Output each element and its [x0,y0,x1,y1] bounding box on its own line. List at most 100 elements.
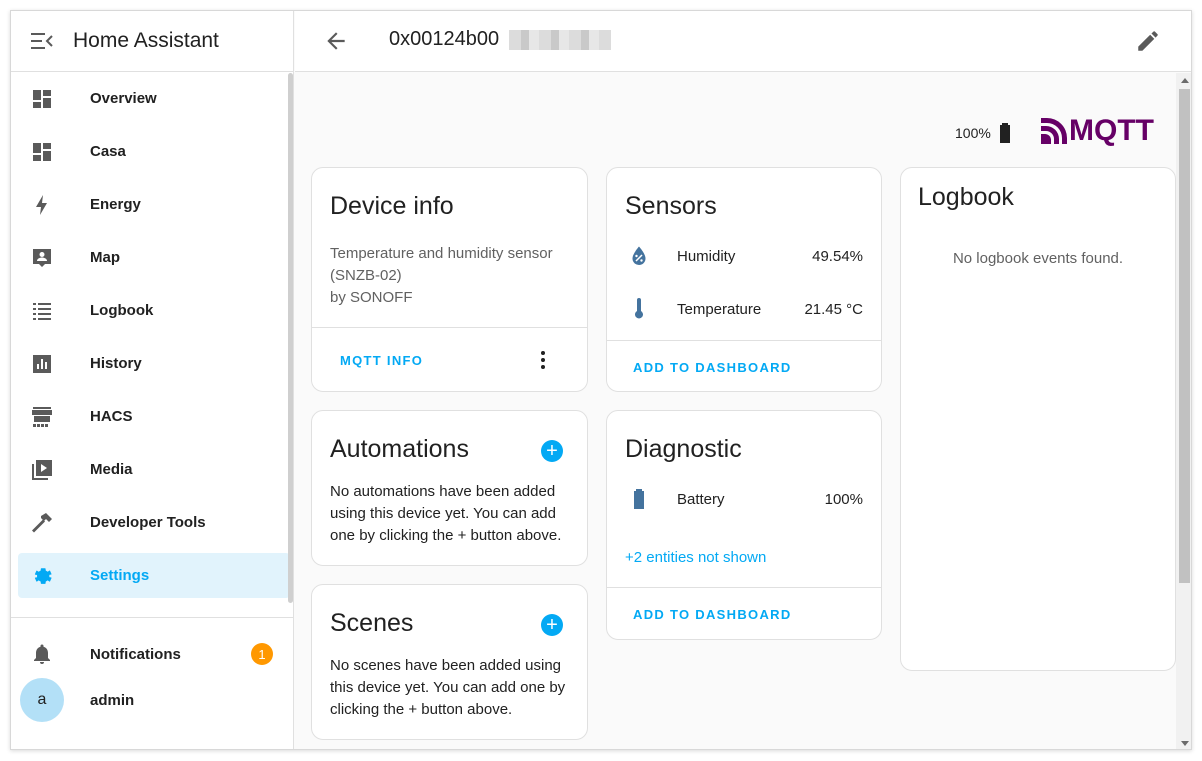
sidebar-item-label: Map [90,249,120,266]
sidebar-bottom: Notifications 1 a admin [11,617,294,724]
pencil-icon [1138,31,1158,51]
sidebar-item-label: Settings [90,567,150,584]
sidebar-item-history[interactable]: History [11,337,294,390]
sidebar-item-label: Media [90,461,133,478]
show-hidden-entities-link[interactable]: +2 entities not shown [625,549,766,566]
card-title: Sensors [625,192,717,220]
history-chart-icon [11,352,73,376]
scroll-down-arrow[interactable] [1181,741,1189,746]
logbook-icon [11,299,73,323]
device-details: Temperature and humidity sensor (SNZB-02… [330,243,553,309]
entity-value: 100% [824,490,863,508]
entity-row[interactable]: Battery 100% [607,479,881,519]
sidebar-item-label: Energy [90,196,141,213]
app-title: Home Assistant [73,29,219,52]
divider [312,327,587,328]
media-icon [11,458,73,482]
add-automation-button[interactable]: + [541,440,563,462]
sidebar-scrollbar[interactable] [288,73,293,603]
scenes-card: Scenes + No scenes have been added using… [311,584,588,740]
battery-icon [634,489,644,509]
sidebar-item-developer-tools[interactable]: Developer Tools [11,496,294,549]
menu-open-icon [31,33,53,49]
card-title: Device info [330,192,454,220]
card-title: Diagnostic [625,435,742,463]
user-name: admin [90,691,135,709]
device-manufacturer: by SONOFF [330,289,413,306]
edit-button[interactable] [1135,28,1161,54]
sidebar-item-casa[interactable]: Casa [11,125,294,178]
sidebar-item-map[interactable]: Map [11,231,294,284]
add-to-dashboard-button[interactable]: ADD TO DASHBOARD [633,360,792,375]
sidebar-item-energy[interactable]: Energy [11,178,294,231]
scroll-up-arrow[interactable] [1181,78,1189,83]
sidebar-item-overview[interactable]: Overview [11,72,294,125]
device-model-id: (SNZB-02) [330,267,402,284]
lightning-icon [11,193,73,217]
automations-card: Automations + No automations have been a… [311,410,588,566]
divider [607,587,881,588]
scenes-empty-text: No scenes have been added using this dev… [330,657,566,718]
entity-value: 49.54% [812,247,863,265]
app-window: Home Assistant Overview Casa Energy Map … [10,10,1192,750]
diagnostic-card: Diagnostic Battery 100% +2 entities not … [606,410,882,640]
back-button[interactable] [323,28,349,54]
redacted-id [509,30,611,50]
overview-icon [11,87,73,111]
map-icon [11,246,73,270]
divider [607,340,881,341]
battery-status: 100% [955,121,1017,145]
device-model: Temperature and humidity sensor [330,245,553,262]
mqtt-info-button[interactable]: MQTT INFO [340,353,423,368]
page-title: 0x00124b00 [389,28,500,50]
card-title: Scenes [330,609,414,637]
plus-icon: + [546,440,558,462]
plus-icon: + [546,614,558,636]
main-scrollbar[interactable] [1176,73,1191,749]
thermometer-icon [635,298,643,319]
top-bar: 0x00124b00 [295,11,1191,72]
mqtt-label: MQTT [1069,114,1154,147]
battery-icon [999,123,1010,143]
sidebar-item-hacs[interactable]: HACS [11,390,294,443]
integration-logo[interactable]: MQTT [1041,114,1154,148]
entity-value: 21.45 °C [804,300,863,318]
sidebar-item-media[interactable]: Media [11,443,294,496]
entity-row[interactable]: Temperature 21.45 °C [607,289,881,329]
notification-count-badge: 1 [251,643,273,665]
logbook-empty-text: No logbook events found. [952,250,1124,267]
sidebar-item-label: HACS [90,408,133,425]
scrollbar-thumb[interactable] [1179,89,1190,583]
arrow-left-icon [327,32,345,50]
battery-percent: 100% [955,125,991,141]
add-scene-button[interactable]: + [541,614,563,636]
entity-row[interactable]: Humidity 49.54% [607,236,881,276]
avatar: a [20,678,64,722]
sidebar-item-settings[interactable]: Settings [11,549,294,602]
sidebar-item-label: Casa [90,143,126,160]
bell-icon [11,642,73,666]
dashboard-icon [11,140,73,164]
menu-collapse-button[interactable] [11,11,73,72]
entity-name: Battery [677,490,725,508]
automations-empty-text: No automations have been added using thi… [330,483,562,544]
sidebar-item-logbook[interactable]: Logbook [11,284,294,337]
sidebar-item-label: History [90,355,142,372]
entity-name: Temperature [677,300,762,318]
mqtt-signal-icon [1041,118,1067,144]
sidebar-item-user[interactable]: a admin [11,676,294,724]
sidebar-item-label: Logbook [90,302,154,319]
sidebar-item-label: Overview [90,90,157,107]
entity-name: Humidity [677,247,736,265]
sidebar-nav: Overview Casa Energy Map Logbook History… [11,72,294,602]
gear-icon [11,564,73,588]
sensors-card: Sensors Humidity 49.54% Temperature 21.4… [606,167,882,392]
sidebar-item-label: Notifications [90,645,181,663]
add-to-dashboard-button[interactable]: ADD TO DASHBOARD [633,607,792,622]
hammer-icon [11,511,73,535]
more-vert-icon[interactable] [531,348,555,372]
card-title: Logbook [918,183,1014,211]
sidebar-item-label: Developer Tools [90,514,206,531]
water-percent-icon [632,246,646,265]
device-info-card: Device info Temperature and humidity sen… [311,167,588,392]
